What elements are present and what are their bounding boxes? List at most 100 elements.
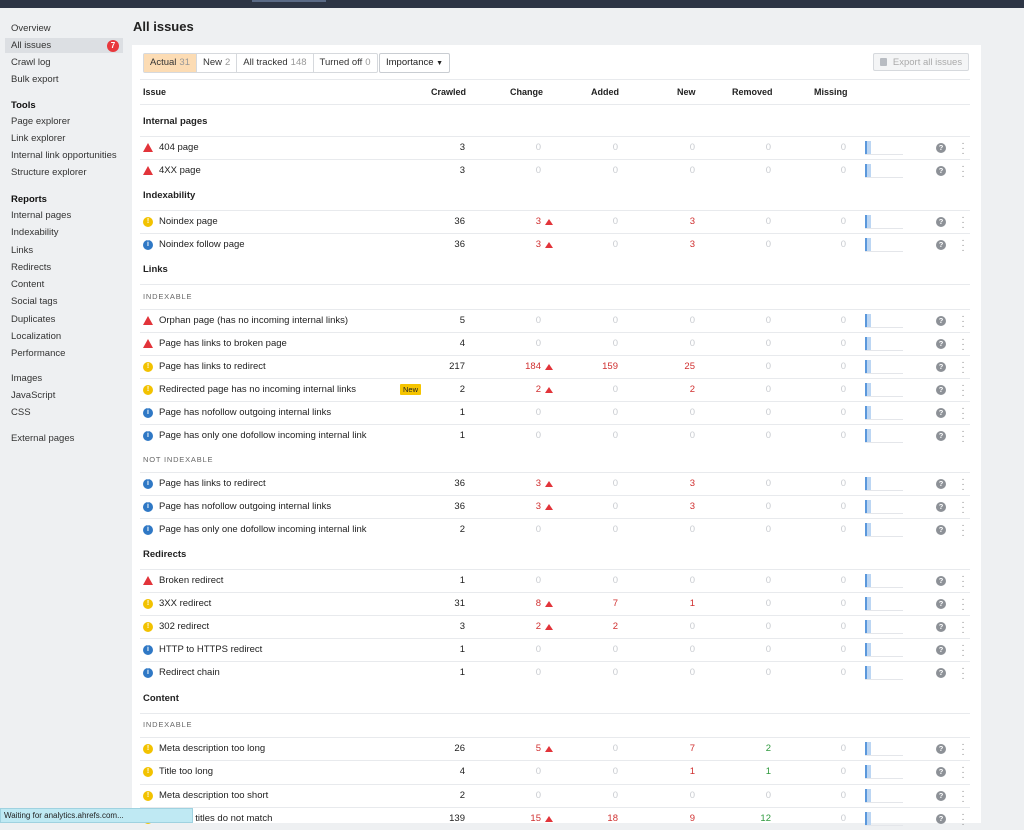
table-row[interactable]: i Page has links to redirect 36 3 0 3 0 0? · · · [140, 472, 970, 495]
issue-name[interactable]: HTTP to HTTPS redirect [159, 644, 262, 655]
crawled-value[interactable]: 26 [425, 743, 465, 754]
sidebar-item-page-explorer[interactable]: Page explorer [5, 114, 123, 129]
help-icon[interactable]: ? [936, 744, 946, 754]
table-row[interactable]: Broken redirect 1 0 0 0 0 0? · · · [140, 569, 970, 592]
crawled-value[interactable]: 31 [425, 598, 465, 609]
history-sparkline[interactable] [865, 666, 903, 680]
history-sparkline[interactable] [865, 164, 903, 178]
header-issue[interactable]: Issue [143, 87, 166, 97]
table-row[interactable]: i HTTP to HTTPS redirect 1 0 0 0 0 0? · · · [140, 638, 970, 661]
sidebar-item-social-tags[interactable]: Social tags [5, 294, 123, 309]
crawled-value[interactable]: 1 [425, 575, 465, 586]
more-options-icon[interactable]: · · · [960, 381, 966, 401]
help-icon[interactable]: ? [936, 316, 946, 326]
help-icon[interactable]: ? [936, 767, 946, 777]
sidebar-item-all-issues[interactable]: All issues 7 [5, 38, 123, 53]
sidebar-item-localization[interactable]: Localization [5, 329, 123, 344]
issue-name[interactable]: Page has only one dofollow incoming inte… [159, 430, 367, 441]
table-row[interactable]: ! Meta description too short 2 0 0 0 0 0? · · · [140, 784, 970, 807]
issue-name[interactable]: Redirect chain [159, 667, 220, 678]
more-options-icon[interactable]: · · · [960, 498, 966, 518]
sidebar-item-content[interactable]: Content [5, 277, 123, 292]
filter-turned-off[interactable]: Turned off 0 [314, 54, 377, 72]
more-options-icon[interactable]: · · · [960, 139, 966, 159]
more-options-icon[interactable]: · · · [960, 618, 966, 638]
table-row[interactable]: i Page has only one dofollow incoming int… [140, 518, 970, 541]
history-sparkline[interactable] [865, 597, 903, 611]
table-row[interactable]: ! Page has links to redirect 217 184 159 25 0 0… [140, 355, 970, 378]
table-row[interactable]: ! Noindex page 36 3 0 3 0 0? · · · [140, 210, 970, 233]
history-sparkline[interactable] [865, 141, 903, 155]
crawled-value[interactable]: 1 [425, 667, 465, 678]
sidebar-item-duplicates[interactable]: Duplicates [5, 312, 123, 327]
header-new[interactable]: New [677, 87, 696, 97]
sidebar-item-internal-pages[interactable]: Internal pages [5, 208, 123, 223]
history-sparkline[interactable] [865, 383, 903, 397]
help-icon[interactable]: ? [936, 576, 946, 586]
table-row[interactable]: Page has links to broken page 4 0 0 0 0 0? · · · [140, 332, 970, 355]
more-options-icon[interactable]: · · · [960, 404, 966, 424]
more-options-icon[interactable]: · · · [960, 572, 966, 592]
help-icon[interactable]: ? [936, 791, 946, 801]
filter-new[interactable]: New 2 [197, 54, 238, 72]
history-sparkline[interactable] [865, 360, 903, 374]
history-sparkline[interactable] [865, 765, 903, 779]
more-options-icon[interactable]: · · · [960, 521, 966, 541]
crawled-value[interactable]: 3 [425, 142, 465, 153]
help-icon[interactable]: ? [936, 645, 946, 655]
sidebar-item-structure-explorer[interactable]: Structure explorer [5, 165, 123, 180]
crawled-value[interactable]: 217 [425, 361, 465, 372]
help-icon[interactable]: ? [936, 599, 946, 609]
more-options-icon[interactable]: · · · [960, 358, 966, 378]
issue-name[interactable]: Page has links to redirect [159, 478, 266, 489]
more-options-icon[interactable]: · · · [960, 475, 966, 495]
crawled-value[interactable]: 1 [425, 430, 465, 441]
sidebar-item-external-pages[interactable]: External pages [5, 431, 123, 446]
sidebar-item-internal-link-opportunities[interactable]: Internal link opportunities [5, 148, 123, 163]
more-options-icon[interactable]: · · · [960, 810, 966, 830]
issue-name[interactable]: Page has links to redirect [159, 361, 266, 372]
crawled-value[interactable]: 2 [425, 524, 465, 535]
history-sparkline[interactable] [865, 812, 903, 826]
sidebar-item-redirects[interactable]: Redirects [5, 260, 123, 275]
header-crawled[interactable]: Crawled [431, 87, 466, 97]
sidebar-item-performance[interactable]: Performance [5, 346, 123, 361]
history-sparkline[interactable] [865, 406, 903, 420]
sidebar-item-overview[interactable]: Overview [5, 21, 123, 36]
history-sparkline[interactable] [865, 574, 903, 588]
table-row[interactable]: ! 3XX redirect 31 8 7 1 0 0? · · · [140, 592, 970, 615]
issue-name[interactable]: 302 redirect [159, 621, 209, 632]
history-sparkline[interactable] [865, 523, 903, 537]
crawled-value[interactable]: 1 [425, 407, 465, 418]
help-icon[interactable]: ? [936, 479, 946, 489]
header-removed[interactable]: Removed [732, 87, 773, 97]
export-all-issues-button[interactable]: Export all issues [873, 53, 969, 71]
more-options-icon[interactable]: · · · [960, 641, 966, 661]
header-missing[interactable]: Missing [814, 87, 848, 97]
more-options-icon[interactable]: · · · [960, 664, 966, 684]
table-row[interactable]: 4XX page 3 0 0 0 0 0? · · · [140, 159, 970, 182]
table-row[interactable]: Orphan page (has no incoming internal li… [140, 309, 970, 332]
help-icon[interactable]: ? [936, 339, 946, 349]
sidebar-item-bulk-export[interactable]: Bulk export [5, 72, 123, 87]
history-sparkline[interactable] [865, 337, 903, 351]
crawled-value[interactable]: 36 [425, 216, 465, 227]
table-row[interactable]: i Redirect chain 1 0 0 0 0 0? · · · [140, 661, 970, 684]
issue-name[interactable]: Page has links to broken page [159, 338, 287, 349]
more-options-icon[interactable]: · · · [960, 213, 966, 233]
crawled-value[interactable]: 3 [425, 165, 465, 176]
table-row[interactable]: i Page has nofollow outgoing internal lin… [140, 495, 970, 518]
more-options-icon[interactable]: · · · [960, 763, 966, 783]
help-icon[interactable]: ? [936, 431, 946, 441]
help-icon[interactable]: ? [936, 502, 946, 512]
sidebar-item-images[interactable]: Images [5, 371, 123, 386]
table-row[interactable]: ! Redirected page has no incoming interna… [140, 378, 970, 401]
issue-name[interactable]: Broken redirect [159, 575, 223, 586]
more-options-icon[interactable]: · · · [960, 427, 966, 447]
table-row[interactable]: i Page has nofollow outgoing internal lin… [140, 401, 970, 424]
crawled-value[interactable]: 2 [425, 790, 465, 801]
table-row[interactable]: ! Title too long 4 0 0 1 1 0? · · · [140, 760, 970, 783]
history-sparkline[interactable] [865, 314, 903, 328]
importance-dropdown[interactable]: Importance ▼ [379, 53, 451, 73]
help-icon[interactable]: ? [936, 362, 946, 372]
